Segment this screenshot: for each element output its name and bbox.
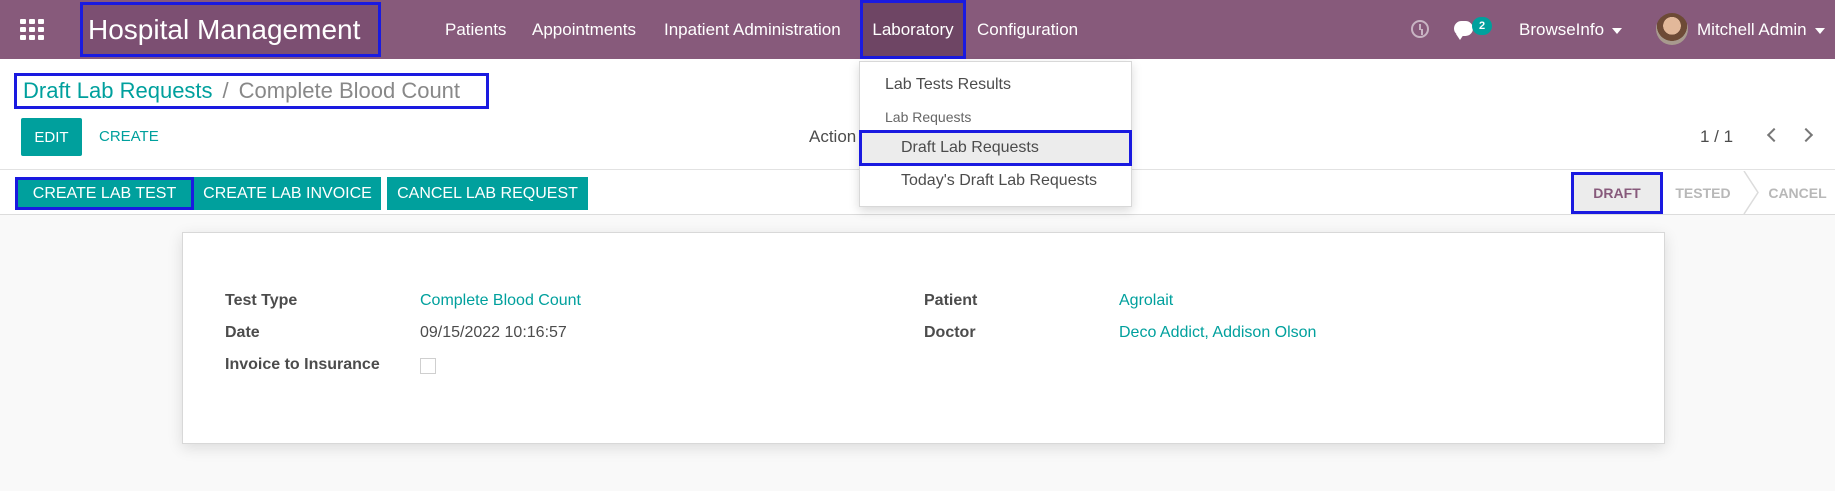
- breadcrumb-separator: /: [222, 78, 229, 103]
- edit-button[interactable]: EDIT: [21, 118, 82, 156]
- patient-label: Patient: [924, 292, 978, 309]
- invoice-insurance-label: Invoice to Insurance: [225, 356, 380, 373]
- menu-inpatient-administration[interactable]: Inpatient Administration: [664, 0, 841, 59]
- company-switcher[interactable]: BrowseInfo: [1519, 0, 1623, 59]
- lab-requests-section-header: Lab Requests: [885, 109, 972, 125]
- pager-value[interactable]: 1 / 1: [1700, 118, 1733, 156]
- date-label: Date: [225, 324, 260, 341]
- stage-cancel[interactable]: CANCEL: [1760, 172, 1835, 214]
- messages-chat-icon[interactable]: [1454, 21, 1473, 40]
- breadcrumb: Draft Lab Requests / Complete Blood Coun…: [14, 73, 489, 109]
- invoice-insurance-checkbox[interactable]: [420, 358, 436, 374]
- menu-patients[interactable]: Patients: [445, 0, 506, 59]
- company-name: BrowseInfo: [1519, 20, 1605, 39]
- stage-arrow-separator: [1743, 171, 1759, 214]
- breadcrumb-current: Complete Blood Count: [238, 78, 461, 103]
- doctor-label: Doctor: [924, 324, 976, 341]
- cancel-lab-request-button[interactable]: CANCEL LAB REQUEST: [387, 177, 588, 210]
- stage-draft[interactable]: DRAFT: [1571, 172, 1663, 214]
- menu-appointments[interactable]: Appointments: [532, 0, 636, 59]
- menu-laboratory[interactable]: Laboratory: [860, 0, 966, 59]
- create-lab-invoice-button[interactable]: CREATE LAB INVOICE: [194, 177, 381, 210]
- create-button[interactable]: CREATE: [99, 118, 159, 156]
- test-type-link[interactable]: Complete Blood Count: [420, 292, 581, 310]
- user-menu[interactable]: Mitchell Admin: [1697, 0, 1825, 59]
- breadcrumb-parent-link[interactable]: Draft Lab Requests: [23, 78, 213, 104]
- create-lab-test-button[interactable]: CREATE LAB TEST: [15, 177, 194, 210]
- test-type-label: Test Type: [225, 292, 298, 309]
- menu-todays-draft-lab-requests[interactable]: Today's Draft Lab Requests: [901, 172, 1097, 190]
- menu-configuration[interactable]: Configuration: [977, 0, 1078, 59]
- doctor-link[interactable]: Deco Addict, Addison Olson: [1119, 324, 1316, 342]
- messages-badge: 2: [1472, 17, 1492, 35]
- caret-down-icon: [1814, 27, 1825, 34]
- user-avatar[interactable]: [1656, 13, 1688, 45]
- menu-draft-lab-requests[interactable]: Draft Lab Requests: [859, 130, 1132, 166]
- action-menu[interactable]: Action: [809, 118, 856, 156]
- stage-tested[interactable]: TESTED: [1666, 172, 1740, 214]
- patient-link[interactable]: Agrolait: [1119, 292, 1173, 310]
- user-name: Mitchell Admin: [1697, 20, 1807, 39]
- activity-clock-icon[interactable]: [1411, 20, 1429, 38]
- caret-down-icon: [1612, 27, 1623, 34]
- menu-lab-tests-results[interactable]: Lab Tests Results: [885, 76, 1011, 94]
- app-title[interactable]: Hospital Management: [80, 2, 381, 57]
- apps-grid-icon[interactable]: [20, 19, 44, 40]
- date-value: 09/15/2022 10:16:57: [420, 324, 567, 341]
